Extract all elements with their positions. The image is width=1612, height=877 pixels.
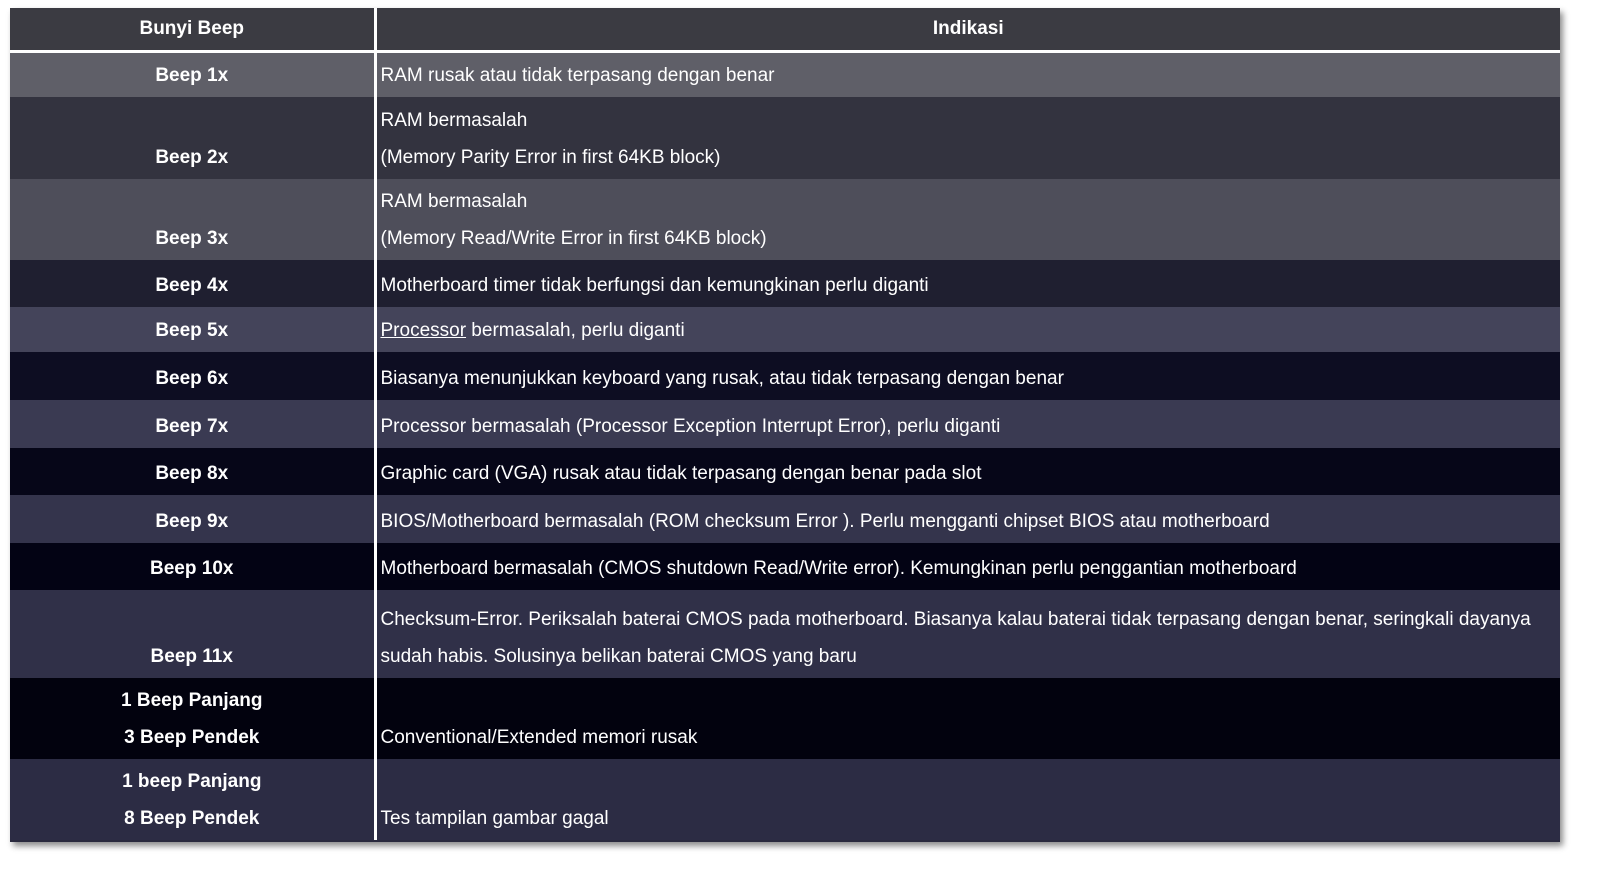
indikasi-text-rest: bermasalah, perlu diganti [466, 319, 685, 341]
beep-label: Beep 11x [150, 645, 233, 667]
processor-link[interactable]: Processor [381, 320, 467, 341]
table-row: Beep 8x Graphic card (VGA) rusak atau ti… [10, 447, 1560, 495]
beep-cell: Beep 3x [10, 178, 377, 260]
table-row: 1 Beep Panjang 3 Beep Pendek Conventiona… [10, 677, 1560, 759]
indikasi-cell: Motherboard bermasalah (CMOS shutdown Re… [375, 543, 1560, 590]
beep-label: Beep 5x [155, 319, 229, 341]
indikasi-text: RAM bermasalah [380, 190, 528, 212]
indikasi-cell: RAM rusak atau tidak terpasang dengan be… [375, 52, 1560, 97]
indikasi-cell: RAM bermasalah (Memory Parity Error in f… [375, 97, 1560, 179]
indikasi-text: BIOS/Motherboard bermasalah (ROM checksu… [380, 510, 1270, 532]
beep-code-table-frame: Bunyi Beep Indikasi Beep 1x RAM rusak at… [10, 8, 1560, 842]
table-row: Beep 11x Checksum-Error. Periksalah bate… [10, 589, 1560, 678]
beep-label: Beep 4x [155, 274, 229, 296]
indikasi-cell: Tes tampilan gambar gagal [375, 759, 1560, 840]
indikasi-text: Processor bermasalah (Processor Exceptio… [380, 415, 1001, 437]
indikasi-text: Biasanya menunjukkan keyboard yang rusak… [380, 367, 1064, 389]
table-row: Beep 9x BIOS/Motherboard bermasalah (ROM… [10, 494, 1560, 543]
beep-cell: Beep 8x [10, 447, 377, 495]
beep-cell: 1 Beep Panjang 3 Beep Pendek [10, 677, 377, 759]
beep-label: Beep 8x [155, 462, 229, 484]
table-row: Beep 5x Processor bermasalah, perlu diga… [10, 306, 1560, 352]
beep-label: 1 beep Panjang [122, 770, 262, 792]
beep-cell: Beep 10x [10, 542, 377, 590]
indikasi-cell: Biasanya menunjukkan keyboard yang rusak… [375, 352, 1560, 400]
beep-label: Beep 3x [155, 227, 229, 249]
indikasi-text: RAM rusak atau tidak terpasang dengan be… [380, 64, 775, 86]
beep-cell: Beep 9x [10, 494, 377, 543]
indikasi-cell: Processor bermasalah, perlu diganti [375, 307, 1560, 352]
indikasi-text: Checksum-Error. Periksalah baterai CMOS … [380, 608, 1531, 667]
beep-label: 3 Beep Pendek [124, 726, 260, 748]
table-row: Beep 3x RAM bermasalah (Memory Read/Writ… [10, 178, 1560, 260]
indikasi-text: Motherboard bermasalah (CMOS shutdown Re… [380, 557, 1297, 579]
indikasi-text: Processor bermasalah, perlu diganti [381, 312, 1561, 349]
beep-label: Beep 7x [155, 415, 229, 437]
indikasi-cell: Checksum-Error. Periksalah baterai CMOS … [375, 590, 1560, 678]
beep-label: Beep 9x [155, 510, 229, 532]
table-row: Beep 10x Motherboard bermasalah (CMOS sh… [10, 542, 1560, 590]
beep-label: 1 Beep Panjang [121, 689, 263, 711]
indikasi-cell: Processor bermasalah (Processor Exceptio… [375, 400, 1560, 448]
indikasi-text: Tes tampilan gambar gagal [380, 807, 609, 829]
beep-label: Beep 10x [150, 557, 234, 579]
table-row: Beep 7x Processor bermasalah (Processor … [10, 399, 1560, 448]
table-row: Beep 2x RAM bermasalah (Memory Parity Er… [10, 96, 1560, 179]
beep-label: Beep 1x [155, 64, 229, 86]
indikasi-cell: BIOS/Motherboard bermasalah (ROM checksu… [375, 495, 1560, 543]
table-row: Beep 1x RAM rusak atau tidak terpasang d… [10, 51, 1560, 97]
column-header-bunyi-beep: Bunyi Beep [10, 8, 377, 53]
table-row: 1 beep Panjang 8 Beep Pendek Tes tampila… [10, 758, 1560, 840]
beep-code-table: Bunyi Beep Indikasi Beep 1x RAM rusak at… [10, 8, 1560, 840]
indikasi-cell: Motherboard timer tidak berfungsi dan ke… [375, 260, 1560, 307]
beep-cell: Beep 2x [10, 96, 377, 179]
indikasi-text: (Memory Read/Write Error in first 64KB b… [380, 227, 767, 249]
indikasi-cell: Graphic card (VGA) rusak atau tidak terp… [375, 448, 1560, 495]
indikasi-cell: Conventional/Extended memori rusak [375, 678, 1560, 759]
beep-label: Beep 2x [155, 146, 229, 168]
beep-cell: Beep 4x [10, 259, 377, 307]
beep-label: 8 Beep Pendek [124, 807, 260, 829]
beep-label: Beep 6x [155, 367, 229, 389]
beep-cell: Beep 7x [10, 399, 377, 448]
table-header-row: Bunyi Beep Indikasi [10, 8, 1560, 53]
beep-cell: Beep 5x [10, 306, 377, 352]
indikasi-text: Conventional/Extended memori rusak [380, 726, 698, 748]
beep-cell: Beep 6x [10, 351, 377, 400]
table-row: Beep 6x Biasanya menunjukkan keyboard ya… [10, 351, 1560, 400]
table-row: Beep 4x Motherboard timer tidak berfungs… [10, 259, 1560, 307]
indikasi-text: Graphic card (VGA) rusak atau tidak terp… [380, 462, 982, 484]
beep-cell: Beep 1x [10, 51, 377, 97]
indikasi-cell: RAM bermasalah (Memory Read/Write Error … [375, 179, 1560, 260]
column-header-indikasi: Indikasi [375, 8, 1560, 53]
beep-cell: 1 beep Panjang 8 Beep Pendek [10, 758, 377, 840]
beep-cell: Beep 11x [10, 589, 377, 678]
indikasi-text: (Memory Parity Error in first 64KB block… [380, 146, 721, 168]
indikasi-text: RAM bermasalah [380, 109, 528, 131]
indikasi-text: Motherboard timer tidak berfungsi dan ke… [380, 274, 929, 296]
